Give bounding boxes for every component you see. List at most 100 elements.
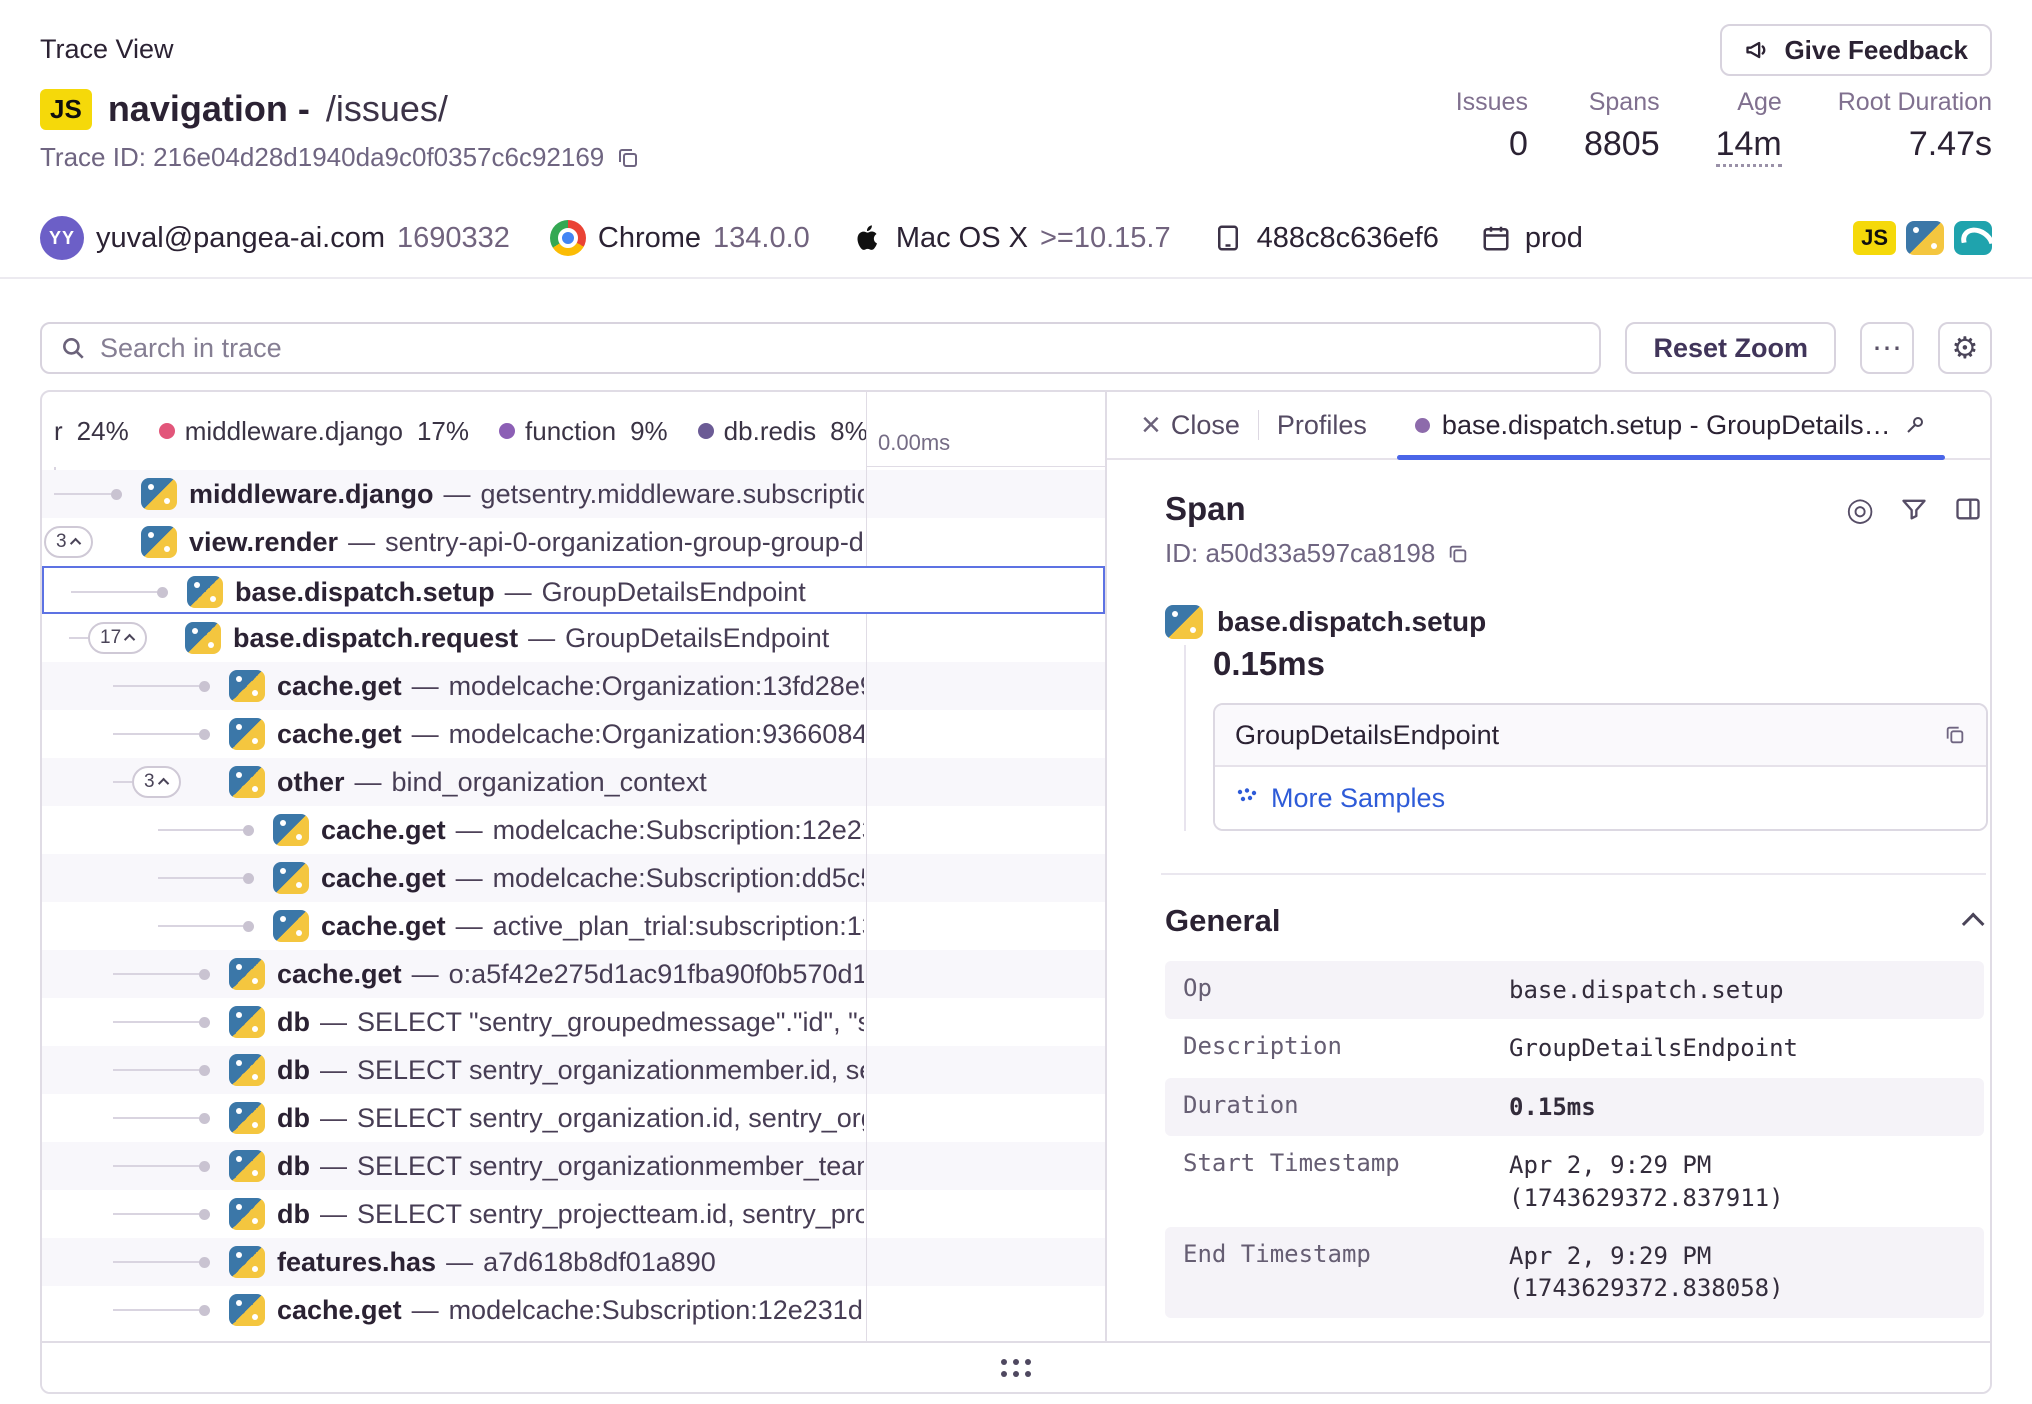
stat-issues: Issues0 [1456,88,1528,167]
tree-connector [113,1117,199,1119]
general-value-line: Apr 2, 9:29 PM [1509,1240,1984,1272]
legend-item[interactable]: middleware.django17% [159,416,469,447]
legend-item[interactable]: db.redis8% [698,416,868,447]
collapse-badge[interactable]: 3 [132,766,181,798]
legend-item[interactable]: r24% [54,416,129,447]
copy-span-id-icon[interactable] [1447,543,1469,565]
device-id: 488c8c636ef6 [1257,222,1439,255]
tree-row[interactable]: 3other—bind_organization_context [42,758,1105,806]
separator: — [348,527,375,558]
stat-spans: Spans8805 [1584,88,1660,167]
stat-label: Issues [1456,88,1528,117]
separator: — [412,671,439,702]
legend-item[interactable]: function9% [499,416,668,447]
tree-row[interactable]: cache.get—modelcache:Organization:13fd28… [42,662,1105,710]
general-row: DescriptionGroupDetailsEndpoint [1165,1019,1984,1077]
span-op: db [277,1103,310,1134]
collapse-badge[interactable]: 3 [44,526,93,558]
stat-value[interactable]: 14m [1716,125,1782,167]
tree-row[interactable]: db—SELECT sentry_projectteam.id, sentry_… [42,1190,1105,1238]
search-box[interactable] [40,322,1601,374]
python-icon [1165,605,1203,639]
tree-timeline-divider[interactable] [866,392,867,1345]
tree-row[interactable]: db—SELECT sentry_organizationmember_team… [42,1142,1105,1190]
separator: — [320,1007,347,1038]
drag-handle-icon[interactable] [1001,1359,1031,1377]
legend-label: r [54,416,63,447]
general-value: base.dispatch.setup [1509,974,1984,1006]
general-value-line: (1743629372.838058) [1509,1272,1984,1304]
tree-connector [113,685,199,687]
tree-row[interactable]: features.has—a7d618b8df01a890 [42,1238,1105,1286]
general-row: Start TimestampApr 2, 9:29 PM(1743629372… [1165,1136,1984,1227]
python-icon [229,1150,265,1182]
browser-meta: Chrome 134.0.0 [550,220,810,256]
collapse-badge[interactable]: 17 [88,622,147,654]
tree-row[interactable]: cache.get—modelcache:Organization:936608… [42,710,1105,758]
span-row-label: db—SELECT sentry_organizationmember_team… [277,1142,864,1190]
span-description: active_plan_trial:subscription:13461 [493,911,864,942]
tree-row[interactable]: cache.get—modelcache:Subscription:12e231… [42,806,1105,854]
separator: — [355,767,382,798]
span-row-label: cache.get—modelcache:Organization:936608… [277,710,864,758]
search-input[interactable] [100,333,1581,364]
tree-row[interactable]: 17base.dispatch.request—GroupDetailsEndp… [42,614,1105,662]
span-row-label: other—bind_organization_context [277,758,864,806]
tree-row[interactable]: db—SELECT "sentry_groupedmessage"."id", … [42,998,1105,1046]
copy-trace-id-icon[interactable] [616,146,640,170]
span-description: modelcache:Subscription:12e231d1b [493,815,864,846]
collapse-general-icon[interactable] [1962,913,1985,936]
span-op: cache.get [277,959,402,990]
copy-sample-icon[interactable] [1944,724,1966,746]
give-feedback-button[interactable]: Give Feedback [1720,24,1992,76]
span-op: db [277,1199,310,1230]
legend-dot [159,423,175,439]
os-name: Mac OS X [896,222,1028,255]
general-key: Duration [1165,1091,1509,1123]
tree-row[interactable]: middleware.django—getsentry.middleware.s… [42,470,1105,518]
pin-icon[interactable] [1903,413,1927,437]
tree-node-dot [199,1161,210,1172]
user-email: yuval@pangea-ai.com [96,222,385,255]
tree-row[interactable]: cache.get—modelcache:Subscription:dd5c5b… [42,854,1105,902]
tree-row[interactable]: 3view.render—sentry-api-0-organization-g… [42,518,1105,566]
tree-row[interactable]: base.dispatch.setup—GroupDetailsEndpoint [42,566,1105,614]
span-description: modelcache:Subscription:dd5c5b700 [493,863,864,894]
settings-button[interactable]: ⚙ [1938,322,1992,374]
tree-row[interactable]: db—SELECT sentry_organization.id, sentry… [42,1094,1105,1142]
stat-label: Root Duration [1838,88,1992,117]
span-description: bind_organization_context [392,767,707,798]
tab-span-details[interactable]: base.dispatch.setup - GroupDetails… [1397,392,1945,458]
os-version: >=10.15.7 [1040,222,1171,255]
tree-connector [113,733,199,735]
tree-connector [54,493,111,495]
panel-body: Span ◎ [1107,460,1992,1318]
span-row-label: cache.get—modelcache:Subscription:12e231… [321,806,864,854]
platform-icons: JS [1853,221,1992,255]
tab-profiles[interactable]: Profiles [1265,392,1379,458]
general-key: Start Timestamp [1165,1149,1509,1214]
span-description: SELECT sentry_organizationmember_teams.i… [357,1151,864,1182]
python-icon [273,862,309,894]
span-row-label: base.dispatch.setup—GroupDetailsEndpoint [235,568,862,616]
tree-connector [69,637,88,639]
more-options-button[interactable]: ⋯ [1860,322,1914,374]
tree-row[interactable]: cache.get—modelcache:Subscription:12e231… [42,1286,1105,1334]
span-description: GroupDetailsEndpoint [565,623,829,654]
legend-dot [499,423,515,439]
separator: — [412,1295,439,1326]
close-label: Close [1171,410,1240,441]
general-value: Apr 2, 9:29 PM(1743629372.837911) [1509,1149,1984,1214]
reset-zoom-button[interactable]: Reset Zoom [1625,322,1836,374]
tree-row[interactable]: cache.get—active_plan_trial:subscription… [42,902,1105,950]
close-panel-button[interactable]: × Close [1129,392,1252,458]
python-icon [141,526,177,558]
tree-row[interactable]: cache.get—o:a5f42e275d1ac91fba90f0b570d1… [42,950,1105,998]
layout-columns-icon[interactable] [1954,495,1982,523]
funnel-icon[interactable] [1900,495,1928,523]
tree-row[interactable]: db—SELECT sentry_organizationmember.id, … [42,1046,1105,1094]
legend-label: middleware.django [185,416,403,447]
span-id-label: ID: a50d33a597ca8198 [1165,538,1435,569]
more-samples-link[interactable]: More Samples [1215,767,1986,829]
focus-icon[interactable]: ◎ [1846,490,1874,528]
